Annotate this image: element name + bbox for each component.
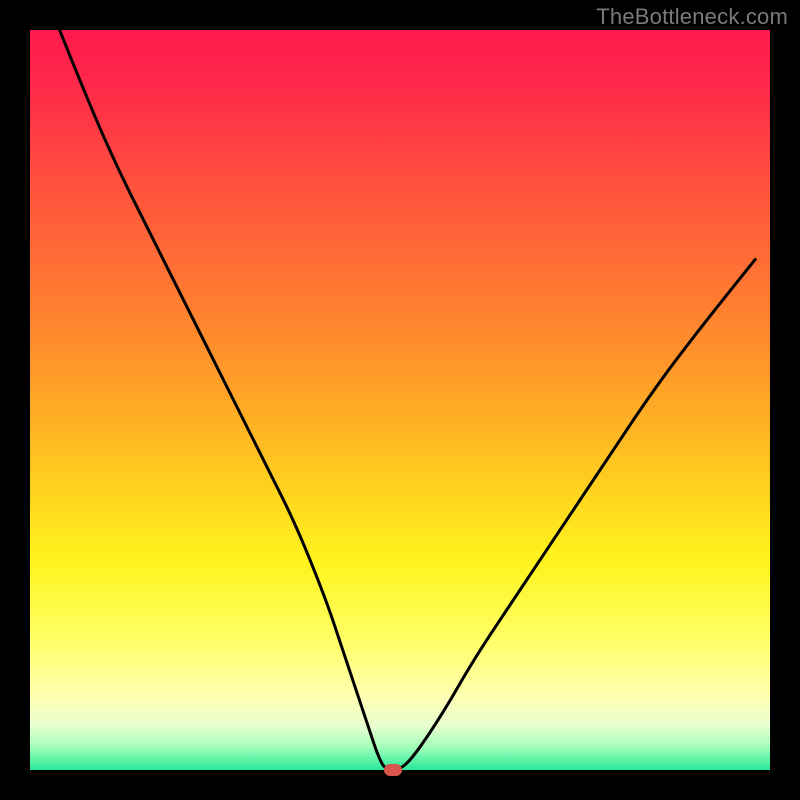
watermark-text: TheBottleneck.com bbox=[596, 4, 788, 30]
minimum-marker bbox=[384, 764, 402, 776]
curve-svg bbox=[30, 30, 770, 770]
chart-frame: TheBottleneck.com bbox=[0, 0, 800, 800]
plot-area bbox=[30, 30, 770, 770]
bottleneck-curve-path bbox=[60, 30, 756, 770]
